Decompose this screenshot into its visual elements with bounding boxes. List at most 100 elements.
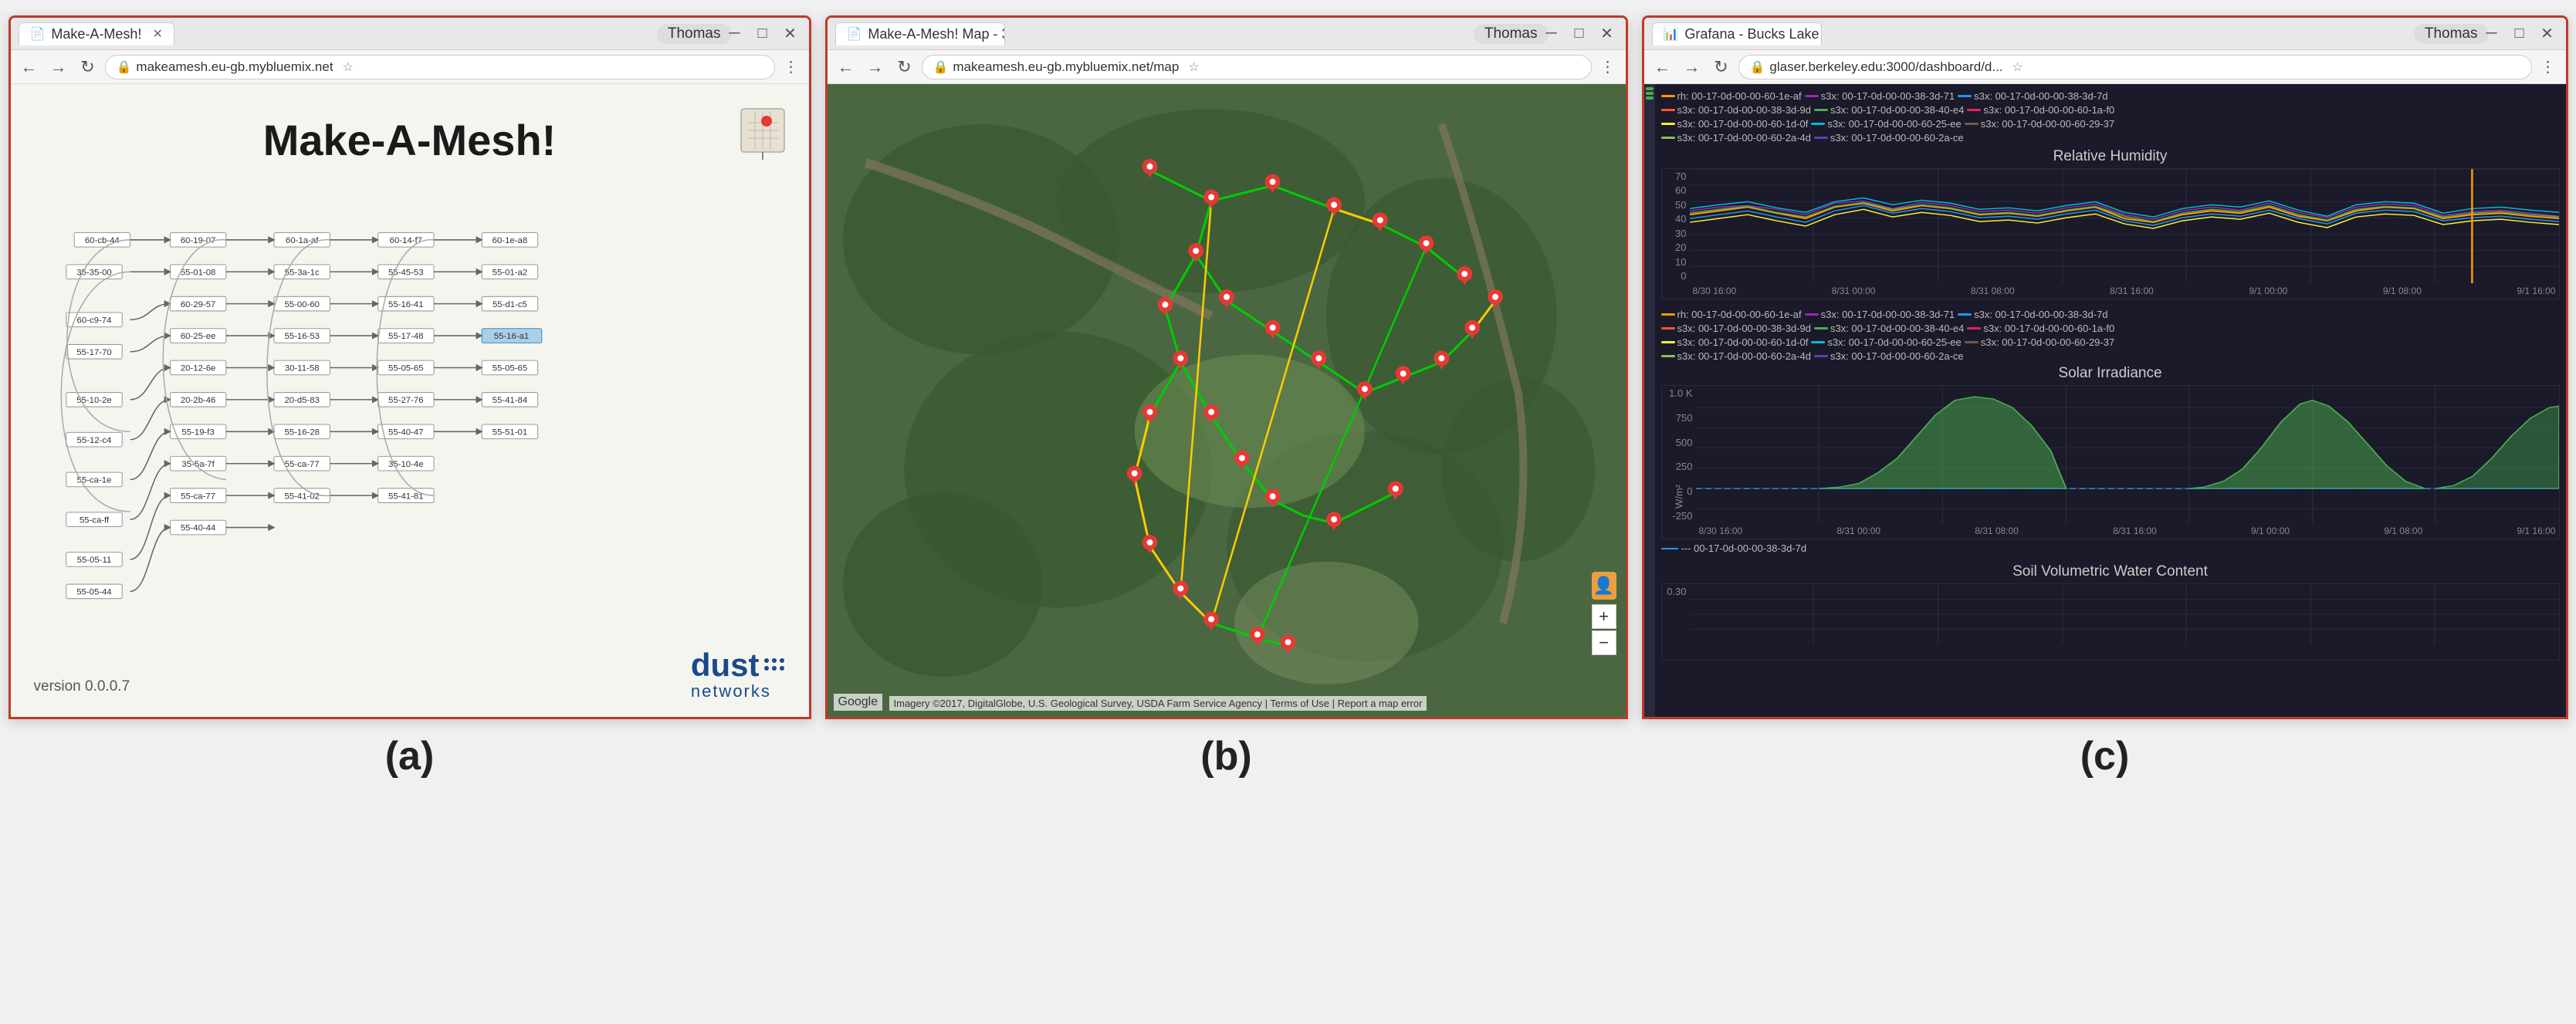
legend-color-s10 xyxy=(1814,137,1828,139)
x-label-5: 9/1 00:00 xyxy=(2249,286,2287,296)
map-zoom-controls: 👤 + − xyxy=(1592,572,1616,655)
legend-color-s6 xyxy=(1661,123,1675,125)
window-controls-c: ─ □ ✕ xyxy=(2481,23,2558,45)
legend-color-s2 xyxy=(1958,95,1972,97)
star-icon-a[interactable]: ☆ xyxy=(343,59,354,75)
refresh-btn-b[interactable]: ↻ xyxy=(892,55,917,79)
user-badge-b[interactable]: Thomas xyxy=(1474,24,1549,44)
svg-text:55-05-44: 55-05-44 xyxy=(76,588,112,597)
solar-x-2: 8/31 00:00 xyxy=(1836,526,1880,536)
titlebar-c: 📊 Grafana - Bucks Lake ✕ Thomas ─ □ ✕ xyxy=(1644,18,2566,50)
legend-item-s9: s3x: 00-17-0d-00-00-60-2a-4d xyxy=(1661,132,1811,144)
address-bar-a[interactable]: 🔒 makeamesh.eu-gb.mybluemix.net ☆ xyxy=(105,55,775,79)
panel-a-content: Make-A-Mesh! xyxy=(11,84,809,717)
svg-text:60-c9-74: 60-c9-74 xyxy=(76,316,111,325)
svg-text:55-41-84: 55-41-84 xyxy=(492,396,527,405)
legend-row-1: rh: 00-17-0d-00-00-60-1e-af s3x: 00-17-0… xyxy=(1661,90,2560,102)
star-icon-b[interactable]: ☆ xyxy=(1188,59,1199,75)
legend-item-s2: s3x: 00-17-0d-00-00-38-3d-7d xyxy=(1958,90,2107,102)
legend-solar-color-rh xyxy=(1661,313,1675,316)
y-label-30: 30 xyxy=(1665,228,1687,239)
back-btn-a[interactable]: ← xyxy=(17,55,42,79)
svg-text:55-16-a1: 55-16-a1 xyxy=(493,332,529,341)
svg-text:55-27-76: 55-27-76 xyxy=(388,396,424,405)
tab-c[interactable]: 📊 Grafana - Bucks Lake ✕ xyxy=(1652,22,1822,46)
minimize-btn-c[interactable]: ─ xyxy=(2481,23,2503,45)
legend-label-rh: rh: 00-17-0d-00-00-60-1e-af xyxy=(1677,90,1802,102)
refresh-btn-c[interactable]: ↻ xyxy=(1709,55,1734,79)
minimize-btn-a[interactable]: ─ xyxy=(724,23,746,45)
legend-color-s8 xyxy=(1965,123,1979,125)
legend-solar-label-s1: s3x: 00-17-0d-00-00-38-3d-71 xyxy=(1821,309,1955,320)
svg-text:55-41-02: 55-41-02 xyxy=(284,492,320,501)
svg-text:55-ca-1e: 55-ca-1e xyxy=(76,476,111,485)
tab-close-a[interactable]: ✕ xyxy=(152,26,162,42)
close-btn-b[interactable]: ✕ xyxy=(1596,23,1618,45)
zoom-in-btn[interactable]: + xyxy=(1592,604,1616,629)
maximize-btn-c[interactable]: □ xyxy=(2509,23,2530,45)
minimize-btn-b[interactable]: ─ xyxy=(1541,23,1562,45)
legend-solar-s6: s3x: 00-17-0d-00-00-60-1d-0f xyxy=(1661,336,1809,348)
dust-logo: dust n xyxy=(691,649,786,701)
close-btn-a[interactable]: ✕ xyxy=(780,23,801,45)
user-badge-c[interactable]: Thomas xyxy=(2414,24,2489,44)
panel-a-wrapper: 📄 Make-A-Mesh! ✕ Thomas ─ □ ✕ ← → ↻ 🔒 m xyxy=(8,15,811,779)
maximize-btn-b[interactable]: □ xyxy=(1569,23,1590,45)
legend-solar-color-s7 xyxy=(1811,341,1825,343)
soil-chart-section: Soil Volumetric Water Content 0.30 xyxy=(1661,563,2560,661)
refresh-btn-a[interactable]: ↻ xyxy=(76,55,100,79)
legend-color-s3 xyxy=(1661,109,1675,111)
legend-item-s7: s3x: 00-17-0d-00-00-60-25-ee xyxy=(1811,118,1961,130)
menu-icon-b[interactable]: ⋮ xyxy=(1596,56,1620,79)
y-label-40: 40 xyxy=(1665,213,1687,225)
legend-row-solar-4: s3x: 00-17-0d-00-00-60-2a-4d s3x: 00-17-… xyxy=(1661,350,2560,362)
y-label-70: 70 xyxy=(1665,171,1687,182)
legend-row-2: s3x: 00-17-0d-00-00-38-3d-9d s3x: 00-17-… xyxy=(1661,104,2560,116)
tab-b[interactable]: 📄 Make-A-Mesh! Map - 3l... ✕ xyxy=(835,22,1005,46)
y-label-10: 10 xyxy=(1665,256,1687,268)
legend-solar-s3: s3x: 00-17-0d-00-00-38-3d-9d xyxy=(1661,323,1811,334)
legend-solar-s5: s3x: 00-17-0d-00-00-60-1a-f0 xyxy=(1967,323,2114,334)
titlebar-b: 📄 Make-A-Mesh! Map - 3l... ✕ Thomas ─ □ … xyxy=(828,18,1626,50)
window-controls-b: ─ □ ✕ xyxy=(1541,23,1618,45)
svg-text:55-01-a2: 55-01-a2 xyxy=(492,268,527,277)
svg-text:55-12-c4: 55-12-c4 xyxy=(76,436,111,445)
main-container: 📄 Make-A-Mesh! ✕ Thomas ─ □ ✕ ← → ↻ 🔒 m xyxy=(0,0,2576,1024)
close-btn-c[interactable]: ✕ xyxy=(2537,23,2558,45)
svg-text:20-12-6e: 20-12-6e xyxy=(180,364,215,373)
address-bar-c[interactable]: 🔒 glaser.berkeley.edu:3000/dashboard/d..… xyxy=(1738,55,2532,79)
chrome-window-c: 📊 Grafana - Bucks Lake ✕ Thomas ─ □ ✕ ← … xyxy=(1642,15,2568,719)
street-view-icon[interactable]: 👤 xyxy=(1592,572,1616,600)
legend-item-s5: s3x: 00-17-0d-00-00-60-1a-f0 xyxy=(1967,104,2114,116)
sidebar-bar-2 xyxy=(1646,92,1654,95)
bookmark-icon-a[interactable]: ⋮ xyxy=(780,56,803,79)
x-label-1: 8/30 16:00 xyxy=(1693,286,1737,296)
menu-icon-c[interactable]: ⋮ xyxy=(2537,56,2560,79)
legend-solar-s1: s3x: 00-17-0d-00-00-38-3d-71 xyxy=(1805,309,1955,320)
soil-chart: 0.30 xyxy=(1661,583,2560,661)
legend-solar-s4: s3x: 00-17-0d-00-00-38-40-e4 xyxy=(1814,323,1964,334)
forward-btn-a[interactable]: → xyxy=(46,55,71,79)
legend-solar-color-s6 xyxy=(1661,341,1675,343)
svg-text:55-16-28: 55-16-28 xyxy=(284,428,320,437)
tab-a[interactable]: 📄 Make-A-Mesh! ✕ xyxy=(19,22,174,46)
y-label-0: 0 xyxy=(1665,270,1687,282)
back-btn-b[interactable]: ← xyxy=(834,55,858,79)
user-badge-a[interactable]: Thomas xyxy=(657,24,732,44)
solar-x-1: 8/30 16:00 xyxy=(1699,526,1743,536)
google-watermark: Google xyxy=(834,694,883,711)
toolbar-icons-c: ⋮ xyxy=(2537,56,2560,79)
back-btn-c[interactable]: ← xyxy=(1650,55,1675,79)
panel-label-c: (c) xyxy=(2080,733,2130,779)
zoom-out-btn[interactable]: − xyxy=(1592,630,1616,655)
maximize-btn-a[interactable]: □ xyxy=(752,23,773,45)
address-bar-b[interactable]: 🔒 makeamesh.eu-gb.mybluemix.net/map ☆ xyxy=(922,55,1592,79)
star-icon-c[interactable]: ☆ xyxy=(2012,59,2023,75)
legend-solar-color-s4 xyxy=(1814,327,1828,330)
legend-color-s9 xyxy=(1661,137,1675,139)
legend-solar-s9: s3x: 00-17-0d-00-00-60-2a-4d xyxy=(1661,350,1811,362)
forward-btn-c[interactable]: → xyxy=(1680,55,1704,79)
solar-legend: --- 00-17-0d-00-00-38-3d-7d xyxy=(1661,542,2560,554)
forward-btn-b[interactable]: → xyxy=(863,55,888,79)
solar-legend-dash xyxy=(1661,548,1678,549)
